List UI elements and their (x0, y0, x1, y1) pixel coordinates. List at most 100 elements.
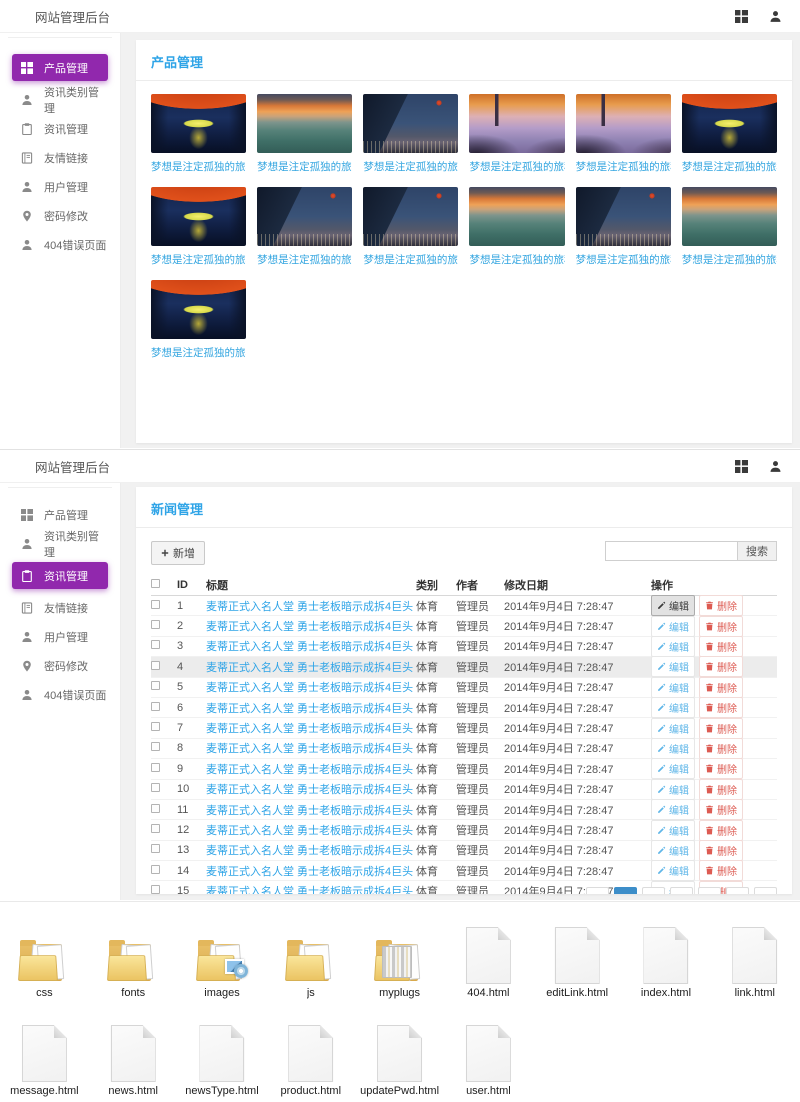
sidebar-item[interactable]: 资讯类别管理 (12, 89, 108, 110)
product-caption[interactable]: 梦想是注定孤独的旅程 (576, 252, 671, 267)
sidebar-item[interactable]: 产品管理 (12, 504, 108, 525)
row-checkbox[interactable] (151, 640, 160, 649)
product-image[interactable] (257, 187, 352, 246)
page-button[interactable] (726, 887, 749, 894)
edit-button[interactable]: 编辑 (651, 799, 695, 820)
product-image[interactable] (682, 94, 777, 153)
folder-item[interactable]: images (178, 904, 267, 1002)
delete-button[interactable]: 删除 (699, 718, 743, 739)
delete-button[interactable]: 删除 (699, 616, 743, 637)
product-caption[interactable]: 梦想是注定孤独的旅程 (576, 159, 671, 174)
delete-button[interactable]: 删除 (699, 758, 743, 779)
product-image[interactable] (469, 94, 564, 153)
edit-button[interactable]: 编辑 (651, 656, 695, 677)
news-title-link[interactable]: 麦蒂正式入名人堂 勇士老板暗示成拆4巨头 (206, 598, 416, 614)
file-item[interactable]: message.html (0, 1002, 89, 1100)
row-checkbox[interactable] (151, 681, 160, 690)
row-checkbox[interactable] (151, 885, 160, 894)
sidebar-item[interactable]: 资讯类别管理 (12, 533, 108, 554)
page-button[interactable] (670, 887, 693, 894)
sidebar-item[interactable]: 密码修改 (12, 655, 108, 676)
search-input[interactable] (605, 541, 737, 561)
sidebar-item[interactable]: 404错误页面 (12, 684, 108, 705)
news-title-link[interactable]: 麦蒂正式入名人堂 勇士老板暗示成拆4巨头 (206, 802, 416, 818)
edit-button[interactable]: 编辑 (651, 636, 695, 657)
edit-button[interactable]: 编辑 (651, 820, 695, 841)
news-title-link[interactable]: 麦蒂正式入名人堂 勇士老板暗示成拆4巨头 (206, 781, 416, 797)
page-button[interactable] (614, 887, 637, 894)
product-image[interactable] (257, 94, 352, 153)
product-image[interactable] (469, 187, 564, 246)
product-caption[interactable]: 梦想是注定孤独的旅程 (151, 345, 246, 360)
product-image[interactable] (363, 187, 458, 246)
product-image[interactable] (151, 94, 246, 153)
row-checkbox[interactable] (151, 865, 160, 874)
file-item[interactable]: user.html (444, 1002, 533, 1100)
row-checkbox[interactable] (151, 804, 160, 813)
delete-button[interactable]: 删除 (699, 595, 743, 616)
delete-button[interactable]: 删除 (699, 820, 743, 841)
delete-button[interactable]: 删除 (699, 636, 743, 657)
news-title-link[interactable]: 麦蒂正式入名人堂 勇士老板暗示成拆4巨头 (206, 822, 416, 838)
news-title-link[interactable]: 麦蒂正式入名人堂 勇士老板暗示成拆4巨头 (206, 842, 416, 858)
page-button[interactable] (642, 887, 665, 894)
product-caption[interactable]: 梦想是注定孤独的旅程 (257, 252, 352, 267)
delete-button[interactable]: 删除 (699, 677, 743, 698)
product-image[interactable] (576, 187, 671, 246)
product-caption[interactable]: 梦想是注定孤独的旅程 (363, 252, 458, 267)
file-item[interactable]: newsType.html (178, 1002, 267, 1100)
news-title-link[interactable]: 麦蒂正式入名人堂 勇士老板暗示成拆4巨头 (206, 638, 416, 654)
user-icon[interactable] (769, 460, 782, 473)
row-checkbox[interactable] (151, 742, 160, 751)
edit-button[interactable]: 编辑 (651, 697, 695, 718)
row-checkbox[interactable] (151, 600, 160, 609)
edit-button[interactable]: 编辑 (651, 860, 695, 881)
delete-button[interactable]: 删除 (699, 779, 743, 800)
product-image[interactable] (151, 280, 246, 339)
product-caption[interactable]: 梦想是注定孤独的旅程 (682, 252, 777, 267)
file-item[interactable]: 404.html (444, 904, 533, 1002)
row-checkbox[interactable] (151, 783, 160, 792)
product-image[interactable] (363, 94, 458, 153)
news-title-link[interactable]: 麦蒂正式入名人堂 勇士老板暗示成拆4巨头 (206, 863, 416, 879)
folder-item[interactable]: myplugs (355, 904, 444, 1002)
row-checkbox[interactable] (151, 702, 160, 711)
folder-item[interactable]: fonts (89, 904, 178, 1002)
add-new-button[interactable]: 新增 (151, 541, 205, 565)
edit-button[interactable]: 编辑 (651, 718, 695, 739)
file-item[interactable]: product.html (266, 1002, 355, 1100)
product-caption[interactable]: 梦想是注定孤独的旅程 (469, 159, 564, 174)
news-title-link[interactable]: 麦蒂正式入名人堂 勇士老板暗示成拆4巨头 (206, 618, 416, 634)
row-checkbox[interactable] (151, 722, 160, 731)
delete-button[interactable]: 删除 (699, 656, 743, 677)
page-button[interactable] (586, 887, 609, 894)
delete-button[interactable]: 删除 (699, 697, 743, 718)
edit-button[interactable]: 编辑 (651, 758, 695, 779)
sidebar-item[interactable]: 密码修改 (12, 205, 108, 226)
user-icon[interactable] (769, 10, 782, 23)
product-caption[interactable]: 梦想是注定孤独的旅程 (151, 252, 246, 267)
row-checkbox[interactable] (151, 661, 160, 670)
news-title-link[interactable]: 麦蒂正式入名人堂 勇士老板暗示成拆4巨头 (206, 700, 416, 716)
news-title-link[interactable]: 麦蒂正式入名人堂 勇士老板暗示成拆4巨头 (206, 659, 416, 675)
apps-grid-icon[interactable] (735, 460, 748, 473)
select-all-checkbox[interactable] (151, 579, 160, 588)
sidebar-item[interactable]: 404错误页面 (12, 234, 108, 255)
delete-button[interactable]: 删除 (699, 840, 743, 861)
edit-button[interactable]: 编辑 (651, 840, 695, 861)
sidebar-item[interactable]: 资讯管理 (12, 118, 108, 139)
row-checkbox[interactable] (151, 763, 160, 772)
delete-button[interactable]: 删除 (699, 738, 743, 759)
product-image[interactable] (576, 94, 671, 153)
sidebar-item[interactable]: 友情链接 (12, 597, 108, 618)
row-checkbox[interactable] (151, 824, 160, 833)
sidebar-item[interactable]: 产品管理 (12, 54, 108, 81)
edit-button[interactable]: 编辑 (651, 738, 695, 759)
edit-button[interactable]: 编辑 (651, 677, 695, 698)
search-button[interactable]: 搜索 (737, 541, 777, 561)
file-item[interactable]: link.html (710, 904, 799, 1002)
product-image[interactable] (151, 187, 246, 246)
news-title-link[interactable]: 麦蒂正式入名人堂 勇士老板暗示成拆4巨头 (206, 720, 416, 736)
sidebar-item[interactable]: 资讯管理 (12, 562, 108, 589)
edit-button[interactable]: 编辑 (651, 779, 695, 800)
